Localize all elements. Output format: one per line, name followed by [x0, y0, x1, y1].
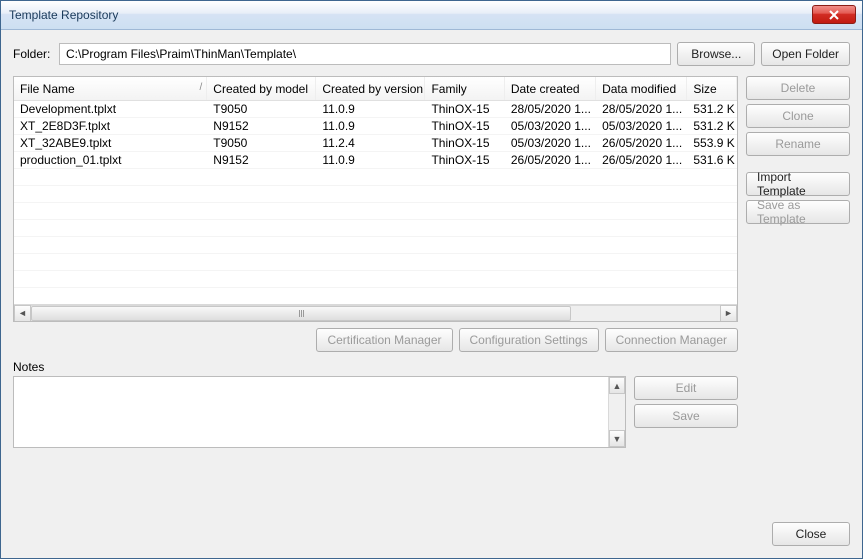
config-settings-button[interactable]: Configuration Settings	[459, 328, 599, 352]
save-as-template-button[interactable]: Save as Template	[746, 200, 850, 224]
sidebar: Delete Clone Rename Import Template Save…	[746, 76, 850, 502]
browse-button[interactable]: Browse...	[677, 42, 755, 66]
table-row	[14, 186, 737, 203]
delete-button[interactable]: Delete	[746, 76, 850, 100]
col-family[interactable]: Family	[425, 77, 504, 100]
save-button[interactable]: Save	[634, 404, 738, 428]
close-button[interactable]: Close	[772, 522, 850, 546]
folder-path-text: C:\Program Files\Praim\ThinMan\Template\	[66, 47, 296, 61]
scroll-thumb[interactable]	[31, 306, 571, 321]
table-row	[14, 169, 737, 186]
notes-scrollbar[interactable]: ▲ ▼	[608, 377, 625, 447]
rename-button[interactable]: Rename	[746, 132, 850, 156]
content: Folder: C:\Program Files\Praim\ThinMan\T…	[1, 30, 862, 514]
table-row[interactable]: Development.tplxt T9050 11.0.9 ThinOX-15…	[14, 101, 737, 118]
action-row: Certification Manager Configuration Sett…	[13, 328, 738, 352]
open-folder-button[interactable]: Open Folder	[761, 42, 850, 66]
table-row	[14, 220, 737, 237]
template-table: File Name/ Created by model Created by v…	[13, 76, 738, 322]
folder-path-input[interactable]: C:\Program Files\Praim\ThinMan\Template\	[59, 43, 671, 65]
import-template-button[interactable]: Import Template	[746, 172, 850, 196]
scroll-right-icon[interactable]: ►	[720, 305, 737, 322]
scroll-track[interactable]	[31, 305, 720, 322]
window: Template Repository Folder: C:\Program F…	[0, 0, 863, 559]
cert-manager-button[interactable]: Certification Manager	[316, 328, 452, 352]
table-row	[14, 254, 737, 271]
scroll-down-icon[interactable]: ▼	[609, 430, 625, 447]
col-created[interactable]: Date created	[505, 77, 596, 100]
close-icon[interactable]	[812, 5, 856, 24]
table-row	[14, 237, 737, 254]
conn-manager-button[interactable]: Connection Manager	[605, 328, 738, 352]
table-row	[14, 288, 737, 304]
titlebar: Template Repository	[1, 1, 862, 30]
col-file[interactable]: File Name/	[14, 77, 207, 100]
footer: Close	[1, 514, 862, 558]
table-row[interactable]: XT_32ABE9.tplxt T9050 11.2.4 ThinOX-15 0…	[14, 135, 737, 152]
scroll-up-icon[interactable]: ▲	[609, 377, 625, 394]
clone-button[interactable]: Clone	[746, 104, 850, 128]
notes-textarea[interactable]: ▲ ▼	[13, 376, 626, 448]
table-header: File Name/ Created by model Created by v…	[14, 77, 737, 101]
table-body: Development.tplxt T9050 11.0.9 ThinOX-15…	[14, 101, 737, 304]
edit-button[interactable]: Edit	[634, 376, 738, 400]
col-modified[interactable]: Data modified	[596, 77, 687, 100]
table-row[interactable]: production_01.tplxt N9152 11.0.9 ThinOX-…	[14, 152, 737, 169]
col-model[interactable]: Created by model	[207, 77, 316, 100]
horizontal-scrollbar[interactable]: ◄ ►	[14, 304, 737, 321]
col-version[interactable]: Created by version	[316, 77, 425, 100]
table-row[interactable]: XT_2E8D3F.tplxt N9152 11.0.9 ThinOX-15 0…	[14, 118, 737, 135]
scroll-left-icon[interactable]: ◄	[14, 305, 31, 322]
table-row	[14, 203, 737, 220]
col-size[interactable]: Size	[687, 77, 737, 100]
notes-label: Notes	[13, 360, 738, 374]
sort-asc-icon: /	[200, 82, 203, 93]
folder-label: Folder:	[13, 47, 53, 61]
folder-row: Folder: C:\Program Files\Praim\ThinMan\T…	[13, 42, 850, 66]
table-row	[14, 271, 737, 288]
window-title: Template Repository	[9, 8, 118, 22]
